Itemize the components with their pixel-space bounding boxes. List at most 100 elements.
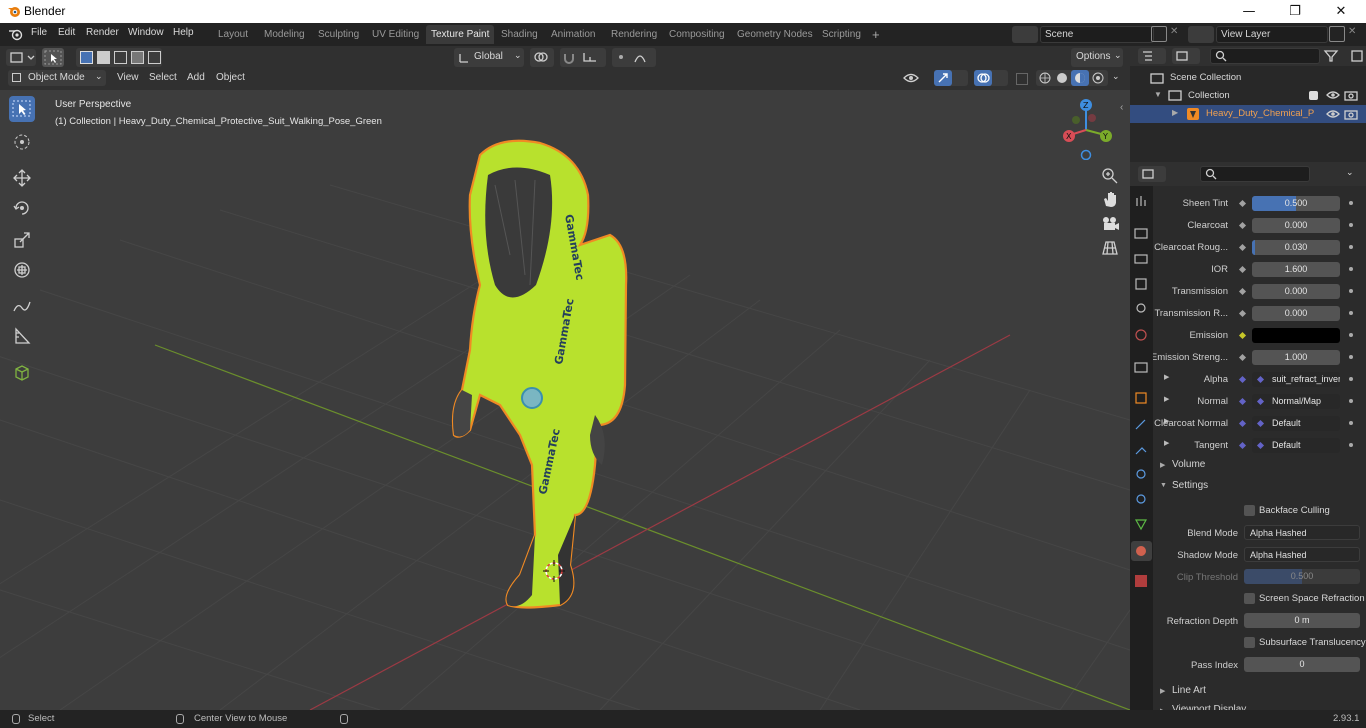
keyframe-dot-icon[interactable]	[1349, 223, 1353, 227]
keyframe-dot-icon[interactable]	[1349, 421, 1353, 425]
tab-scripting[interactable]: Scripting	[817, 25, 866, 44]
expand-socket-icon[interactable]: ▶	[1164, 373, 1169, 381]
overlays-toggle[interactable]	[974, 70, 1008, 86]
tab-layout[interactable]: Layout	[213, 25, 253, 44]
tab-texture-paint[interactable]: Texture Paint	[426, 25, 495, 44]
new-scene-icon[interactable]	[1151, 26, 1167, 42]
property-link-field[interactable]: Default	[1252, 438, 1340, 453]
socket-icon[interactable]	[1238, 331, 1247, 340]
emission-color-swatch[interactable]	[1252, 328, 1340, 343]
camera-render-icon[interactable]	[1344, 108, 1358, 120]
tab-uv-editing[interactable]: UV Editing	[367, 25, 424, 44]
scene-selector[interactable]	[1012, 26, 1038, 43]
socket-icon[interactable]	[1238, 243, 1247, 252]
delete-view-layer-icon[interactable]: ✕	[1348, 26, 1356, 37]
xray-toggle-icon[interactable]	[1016, 73, 1028, 85]
expand-socket-icon[interactable]: ▶	[1164, 395, 1169, 403]
select-new-icon[interactable]	[80, 51, 93, 64]
socket-icon[interactable]	[1238, 309, 1247, 318]
socket-icon[interactable]	[1238, 265, 1247, 274]
view-layer-field[interactable]: View Layer	[1216, 26, 1328, 43]
3d-viewport[interactable]: User Perspective (1) Collection | Heavy_…	[0, 90, 1130, 710]
scene-collection-label[interactable]: Scene Collection	[1170, 72, 1241, 83]
maximize-button[interactable]: ❐	[1272, 2, 1318, 21]
collection-checkbox[interactable]	[1309, 91, 1318, 100]
snapping-group[interactable]	[560, 48, 606, 67]
menu-select[interactable]: Select	[149, 72, 177, 83]
menu-view[interactable]: View	[117, 72, 139, 83]
annotate-tool-icon[interactable]	[12, 296, 32, 316]
tool-select-box[interactable]	[9, 96, 35, 122]
clip-threshold-slider[interactable]: 0.500	[1244, 569, 1360, 584]
screen-space-refraction-checkbox[interactable]	[1244, 593, 1255, 604]
display-mode-dropdown[interactable]	[1172, 48, 1200, 64]
tab-modeling[interactable]: Modeling	[259, 25, 310, 44]
menu-render[interactable]: Render	[86, 27, 119, 38]
chevron-down-icon[interactable]: ⌄	[1346, 167, 1354, 178]
proportional-editing-group[interactable]	[612, 48, 656, 67]
keyframe-dot-icon[interactable]	[1349, 267, 1353, 271]
property-slider[interactable]: 0.000	[1252, 284, 1340, 299]
add-cube-tool-icon[interactable]	[12, 362, 32, 382]
keyframe-dot-icon[interactable]	[1349, 399, 1353, 403]
keyframe-dot-icon[interactable]	[1349, 333, 1353, 337]
tab-rendering[interactable]: Rendering	[606, 25, 662, 44]
zoom-icon[interactable]	[1100, 166, 1120, 186]
tab-shading[interactable]: Shading	[496, 25, 543, 44]
socket-icon[interactable]	[1238, 353, 1247, 362]
select-difference-icon[interactable]	[131, 51, 144, 64]
blender-menu-icon[interactable]	[8, 28, 24, 42]
select-intersect-icon[interactable]	[148, 51, 161, 64]
settings-panel-header[interactable]: Settings	[1172, 480, 1208, 491]
new-collection-icon[interactable]	[1350, 48, 1364, 64]
property-slider[interactable]: 1.600	[1252, 262, 1340, 277]
new-view-layer-icon[interactable]	[1329, 26, 1345, 42]
expand-socket-icon[interactable]: ▶	[1164, 439, 1169, 447]
outliner-editor-type[interactable]	[1138, 48, 1166, 64]
refraction-depth-field[interactable]: 0 m	[1244, 613, 1360, 628]
sidebar-toggle-icon[interactable]: ‹	[1120, 102, 1123, 113]
menu-help[interactable]: Help	[173, 27, 194, 38]
socket-icon[interactable]	[1238, 419, 1247, 428]
minimize-button[interactable]: —	[1226, 2, 1272, 21]
selection-mode-group[interactable]	[76, 48, 162, 67]
editor-type-selector[interactable]	[6, 49, 36, 66]
volume-panel-header[interactable]: Volume	[1172, 459, 1205, 470]
tab-sculpting[interactable]: Sculpting	[313, 25, 364, 44]
outliner-search-input[interactable]	[1210, 48, 1320, 64]
transform-tool-icon[interactable]	[12, 260, 32, 280]
menu-add[interactable]: Add	[187, 72, 205, 83]
keyframe-dot-icon[interactable]	[1349, 311, 1353, 315]
selected-object-row[interactable]: ▶ Heavy_Duty_Chemical_P	[1130, 105, 1366, 123]
tab-compositing[interactable]: Compositing	[664, 25, 730, 44]
keyframe-dot-icon[interactable]	[1349, 245, 1353, 249]
socket-icon[interactable]	[1238, 441, 1247, 450]
blend-mode-dropdown[interactable]: Alpha Hashed	[1244, 525, 1360, 540]
camera-icon[interactable]	[1100, 214, 1120, 234]
expand-collection-icon[interactable]: ▼	[1154, 90, 1162, 99]
protective-suit-model[interactable]: GammaTec GammaTec GammaTec	[440, 135, 640, 615]
delete-scene-icon[interactable]: ✕	[1170, 26, 1178, 37]
volume-expand-icon[interactable]: ▶	[1160, 461, 1165, 469]
options-dropdown[interactable]: Options ⌄	[1071, 48, 1123, 67]
camera-render-icon[interactable]	[1344, 89, 1358, 101]
collection-label[interactable]: Collection	[1188, 90, 1230, 101]
socket-icon[interactable]	[1238, 199, 1247, 208]
view-layer-selector[interactable]	[1188, 26, 1214, 43]
pivot-point-dropdown[interactable]	[530, 48, 554, 67]
measure-tool-icon[interactable]	[12, 326, 32, 346]
orthographic-grid-icon[interactable]	[1100, 238, 1120, 258]
property-link-field[interactable]: suit_refract_invert.pn	[1252, 372, 1340, 387]
navigation-gizmo[interactable]: Z Y X	[1058, 98, 1120, 160]
move-tool-icon[interactable]	[12, 168, 32, 188]
backface-culling-checkbox[interactable]	[1244, 505, 1255, 516]
line-art-panel-header[interactable]: Line Art	[1172, 685, 1206, 696]
expand-object-icon[interactable]: ▶	[1172, 108, 1178, 117]
hand-pan-icon[interactable]	[1100, 190, 1120, 210]
keyframe-dot-icon[interactable]	[1349, 289, 1353, 293]
line-art-expand-icon[interactable]: ▶	[1160, 687, 1165, 695]
cursor-tool-icon[interactable]	[12, 132, 32, 152]
pass-index-field[interactable]: 0	[1244, 657, 1360, 672]
scale-tool-icon[interactable]	[12, 230, 32, 250]
settings-collapse-icon[interactable]: ▼	[1160, 482, 1167, 489]
